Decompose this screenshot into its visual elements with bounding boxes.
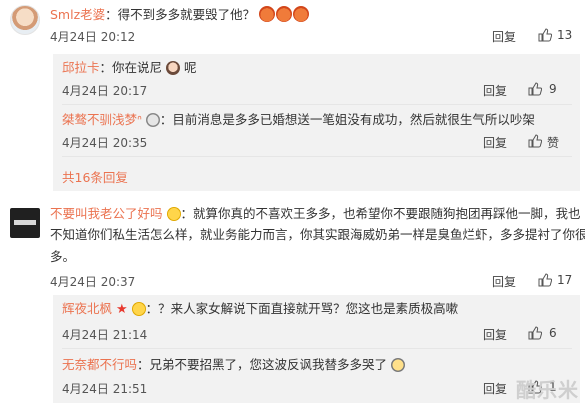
- reply-button[interactable]: 回复: [492, 273, 516, 290]
- more-replies-link[interactable]: 共16条回复: [62, 167, 128, 186]
- reply-text: 桀骜不驯浅梦ᐢ ：目前消息是多多已婚想送一笔姐没有成功，然后就很生气所以吵架: [62, 112, 535, 127]
- timestamp: 4月24日 21:14: [62, 328, 148, 342]
- grin-emoji-icon: [166, 207, 181, 221]
- divider: [62, 104, 572, 105]
- like-thumb-icon[interactable]: [528, 134, 542, 148]
- reply-text: 辉夜北枫 ★ ：？来人家女解说下面直接就开骂？您这也是素质极高嗽: [62, 301, 459, 317]
- comment-text: 不要叫我老公了好吗 ：就算你真的不喜欢王多多，也希望你不要跟随狗抱团再踩他一脚，…: [50, 206, 581, 221]
- username-link[interactable]: Smlz老婆: [50, 7, 105, 22]
- username-link[interactable]: 桀骜不驯浅梦ᐢ: [62, 112, 142, 127]
- timestamp: 4月24日 21:51: [62, 382, 148, 396]
- like-count: 17: [557, 273, 573, 287]
- timestamp: 4月24日 20:17: [62, 84, 148, 98]
- like-thumb-icon[interactable]: [528, 82, 542, 96]
- username-link[interactable]: 不要叫我老公了好吗: [50, 206, 163, 221]
- like-thumb-icon[interactable]: [538, 28, 552, 42]
- reply-button[interactable]: 回复: [483, 82, 507, 99]
- watermark: 酷乐米: [516, 378, 579, 402]
- like-count: 6: [549, 326, 557, 340]
- reply-thread: 辉夜北枫 ★ ：？来人家女解说下面直接就开骂？您这也是素质极高嗽 4月24日 2…: [53, 295, 580, 403]
- reply-thread: 邱拉卡：你在说尼 呢 4月24日 20:17 回复 9 桀骜不驯浅梦ᐢ ：目前消…: [53, 54, 580, 191]
- comment-text: 不知道你们私生活怎么样，就业务能力而言，你其实跟海威奶弟一样是臭鱼烂虾，多多提衬…: [50, 227, 585, 242]
- crying-face-emoji-icon: [391, 358, 406, 372]
- timestamp: 4月24日 20:37: [50, 275, 136, 289]
- avatar[interactable]: [10, 208, 40, 238]
- comment-text: Smlz老婆：得不到多多就要毁了他？: [50, 6, 310, 23]
- comment-text: 多。: [50, 249, 76, 264]
- divider: [62, 348, 572, 349]
- like-count: 13: [557, 28, 573, 42]
- angry-face-emoji-icon: [276, 6, 293, 22]
- like-thumb-icon[interactable]: [538, 273, 552, 287]
- reply-text: 无奈都不行吗：兄弟不要招黑了，您这波反讽我替多多哭了: [62, 357, 406, 373]
- avatar[interactable]: [10, 5, 40, 35]
- like-thumb-icon[interactable]: [528, 326, 542, 340]
- star-badge-icon: ★: [116, 302, 128, 317]
- username-link[interactable]: 邱拉卡: [62, 60, 100, 75]
- like-count: 9: [549, 82, 557, 96]
- like-label: 赞: [547, 136, 560, 150]
- reply-button[interactable]: 回复: [483, 134, 507, 151]
- reply-button[interactable]: 回复: [483, 380, 507, 397]
- angry-face-emoji-icon: [293, 6, 310, 22]
- angry-face-emoji-icon: [259, 6, 276, 22]
- timestamp: 4月24日 20:12: [50, 30, 136, 44]
- reply-text: 邱拉卡：你在说尼 呢: [62, 60, 197, 75]
- username-link[interactable]: 无奈都不行吗: [62, 357, 137, 372]
- timestamp: 4月24日 20:35: [62, 136, 148, 150]
- reply-button[interactable]: 回复: [483, 326, 507, 343]
- reply-button[interactable]: 回复: [492, 28, 516, 45]
- girl-emoji-icon: [166, 61, 181, 75]
- grin-emoji-icon: [131, 302, 146, 316]
- badge-icon: [145, 113, 160, 127]
- divider: [62, 156, 572, 157]
- username-link[interactable]: 辉夜北枫: [62, 301, 112, 316]
